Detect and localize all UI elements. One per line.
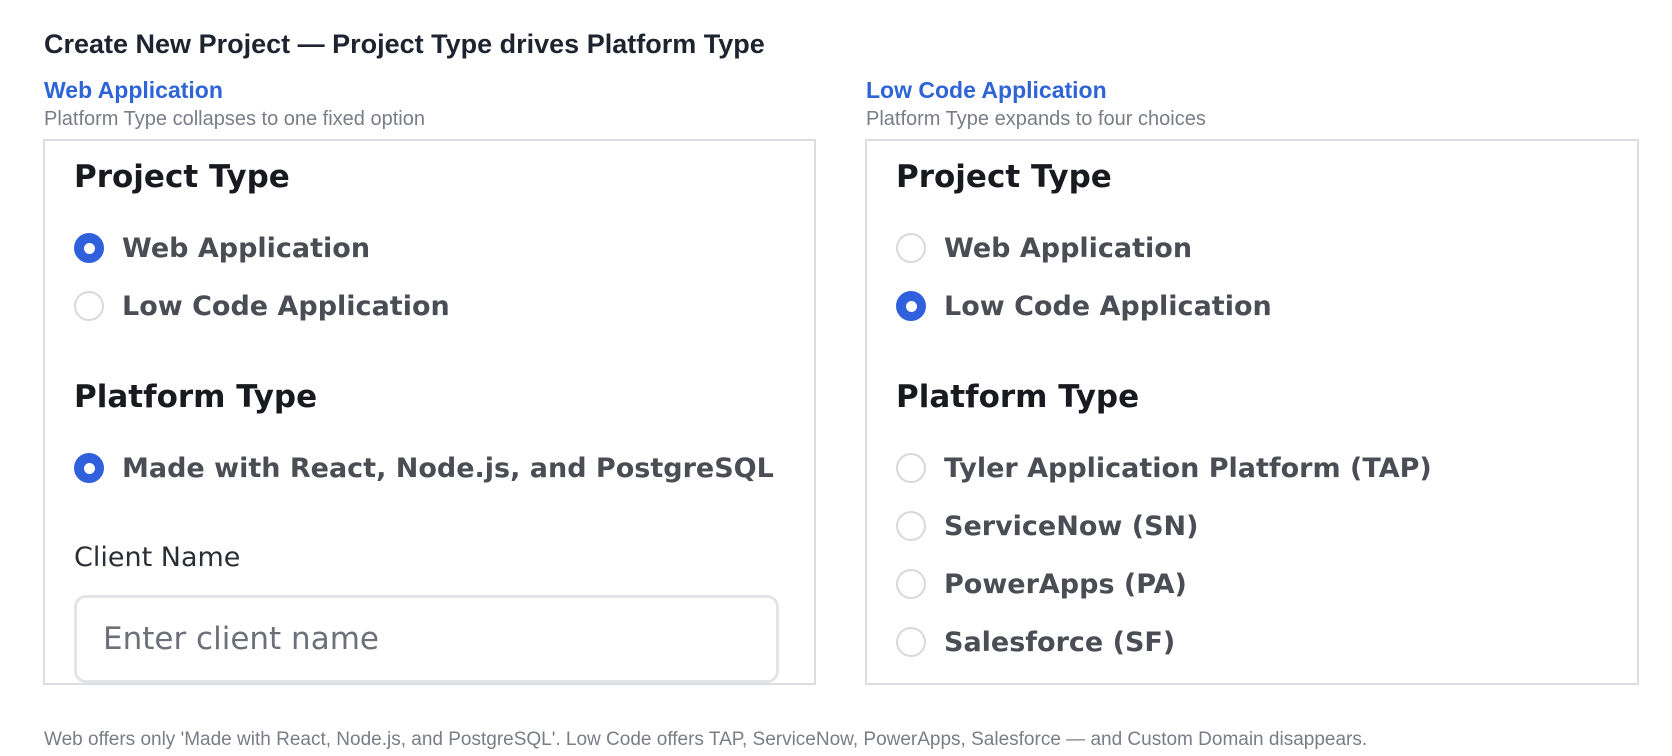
radio-button[interactable] (896, 627, 926, 657)
column-subtitle: Platform Type collapses to one fixed opt… (44, 108, 425, 130)
project-type-heading: Project Type (74, 159, 290, 195)
footnote: Web offers only 'Made with React, Node.j… (44, 729, 1368, 750)
column-subtitle: Platform Type expands to four choices (866, 108, 1206, 130)
project-type-heading: Project Type (896, 159, 1112, 195)
client-name-label: Client Name (74, 542, 241, 573)
radio-label: Low Code Application (944, 290, 1272, 322)
radio-label: PowerApps (PA) (944, 568, 1187, 600)
platform-type-option-tap[interactable]: Tyler Application Platform (TAP) (896, 451, 1432, 485)
radio-label: Web Application (944, 232, 1193, 264)
column-title: Low Code Application (866, 77, 1107, 103)
radio-label: Tyler Application Platform (TAP) (944, 452, 1432, 484)
low-code-application-column-header: Low Code Application Platform Type expan… (866, 74, 1206, 133)
radio-label: Salesforce (SF) (944, 626, 1176, 658)
platform-type-option-powerapps[interactable]: PowerApps (PA) (896, 567, 1187, 601)
radio-button[interactable] (74, 291, 104, 321)
project-type-option-low-code-application[interactable]: Low Code Application (74, 289, 450, 323)
platform-type-heading: Platform Type (896, 379, 1140, 415)
platform-type-option-servicenow[interactable]: ServiceNow (SN) (896, 509, 1198, 543)
platform-type-option-react-node-postgresql[interactable]: Made with React, Node.js, and PostgreSQL (74, 451, 774, 485)
project-type-option-web-application[interactable]: Web Application (896, 231, 1192, 265)
radio-button[interactable] (74, 233, 104, 263)
platform-type-heading: Platform Type (74, 379, 318, 415)
radio-button[interactable] (74, 453, 104, 483)
radio-button[interactable] (896, 233, 926, 263)
radio-label: Made with React, Node.js, and PostgreSQL (122, 452, 774, 484)
radio-label: Web Application (122, 232, 371, 264)
project-type-option-low-code-application[interactable]: Low Code Application (896, 289, 1272, 323)
radio-button[interactable] (896, 291, 926, 321)
column-title: Web Application (44, 77, 223, 103)
radio-button[interactable] (896, 453, 926, 483)
radio-label: Low Code Application (122, 290, 450, 322)
web-application-column-header: Web Application Platform Type collapses … (44, 74, 425, 133)
platform-type-option-salesforce[interactable]: Salesforce (SF) (896, 625, 1175, 659)
radio-button[interactable] (896, 569, 926, 599)
radio-label: ServiceNow (SN) (944, 510, 1199, 542)
radio-button[interactable] (896, 511, 926, 541)
project-type-option-web-application[interactable]: Web Application (74, 231, 370, 265)
page-title: Create New Project — Project Type drives… (44, 29, 765, 59)
client-name-input[interactable] (74, 595, 779, 683)
low-code-application-form-panel: Project Type Web Application Low Code Ap… (865, 139, 1639, 685)
web-application-form-panel: Project Type Web Application Low Code Ap… (43, 139, 816, 685)
